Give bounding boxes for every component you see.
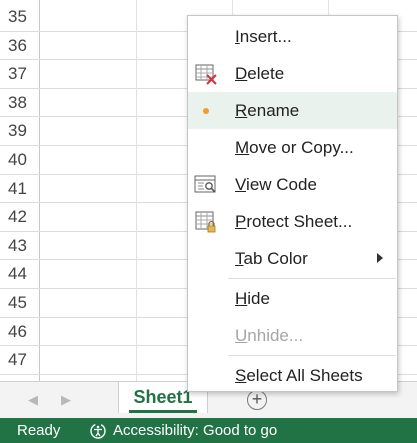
row-number[interactable]: 42 xyxy=(0,203,36,232)
menu-separator xyxy=(228,278,396,279)
menu-item-protect-sheet[interactable]: Protect Sheet... xyxy=(188,203,397,240)
status-ready-text: Ready xyxy=(17,422,61,439)
column-gridline xyxy=(136,0,137,381)
sheet-tab-label: Sheet1 xyxy=(133,387,193,407)
menu-item-unhide: Unhide... xyxy=(188,317,397,354)
menu-item-label: Select All Sheets xyxy=(235,366,363,385)
sheet-tab-context-menu: Insert... Delete Rename Move or Copy... xyxy=(187,15,398,392)
menu-item-label: Insert... xyxy=(235,27,292,46)
row-number[interactable]: 44 xyxy=(0,260,36,289)
menu-item-label: Protect Sheet... xyxy=(235,212,353,231)
menu-item-insert[interactable]: Insert... xyxy=(188,18,397,55)
menu-item-delete[interactable]: Delete xyxy=(188,55,397,92)
menu-item-label: View Code xyxy=(235,175,317,194)
menu-item-label: Delete xyxy=(235,64,285,83)
menu-item-select-all-sheets[interactable]: Select All Sheets xyxy=(188,357,397,394)
accessibility-checker-icon[interactable] xyxy=(89,422,107,440)
row-number[interactable]: 45 xyxy=(0,289,36,318)
scroll-tabs-left-icon[interactable]: ◀ xyxy=(25,390,41,410)
menu-item-tab-color[interactable]: Tab Color xyxy=(188,240,397,277)
submenu-arrow-icon xyxy=(377,253,383,263)
menu-item-label: Tab Color xyxy=(235,249,308,268)
status-bar: Ready Accessibility: Good to go xyxy=(0,418,417,443)
row-number[interactable]: 43 xyxy=(0,232,36,261)
accessibility-status-text[interactable]: Accessibility: Good to go xyxy=(113,418,277,443)
row-number[interactable]: 46 xyxy=(0,318,36,347)
row-number[interactable]: 41 xyxy=(0,175,36,204)
delete-sheet-icon xyxy=(195,64,217,85)
row-number[interactable]: 47 xyxy=(0,346,36,375)
scroll-tabs-right-icon[interactable]: ▶ xyxy=(58,390,74,410)
menu-item-view-code[interactable]: View Code xyxy=(188,166,397,203)
menu-separator xyxy=(228,355,396,356)
menu-item-rename[interactable]: Rename xyxy=(188,92,397,129)
menu-item-hide[interactable]: Hide xyxy=(188,280,397,317)
menu-item-label: Rename xyxy=(235,101,300,120)
protect-sheet-icon xyxy=(195,211,216,233)
row-number[interactable]: 38 xyxy=(0,89,36,118)
view-code-icon xyxy=(194,175,216,193)
row-number[interactable]: 39 xyxy=(0,117,36,146)
active-tab-indicator xyxy=(129,410,197,413)
row-number[interactable]: 37 xyxy=(0,60,36,89)
menu-item-move-or-copy[interactable]: Move or Copy... xyxy=(188,129,397,166)
row-number[interactable]: 36 xyxy=(0,32,36,61)
menu-item-label: Unhide... xyxy=(235,326,304,345)
menu-item-label: Move or Copy... xyxy=(235,138,354,157)
menu-item-label: Hide xyxy=(235,289,270,308)
row-number[interactable]: 35 xyxy=(0,3,36,32)
row-number[interactable]: 40 xyxy=(0,146,36,175)
rename-dot-icon xyxy=(203,108,209,114)
